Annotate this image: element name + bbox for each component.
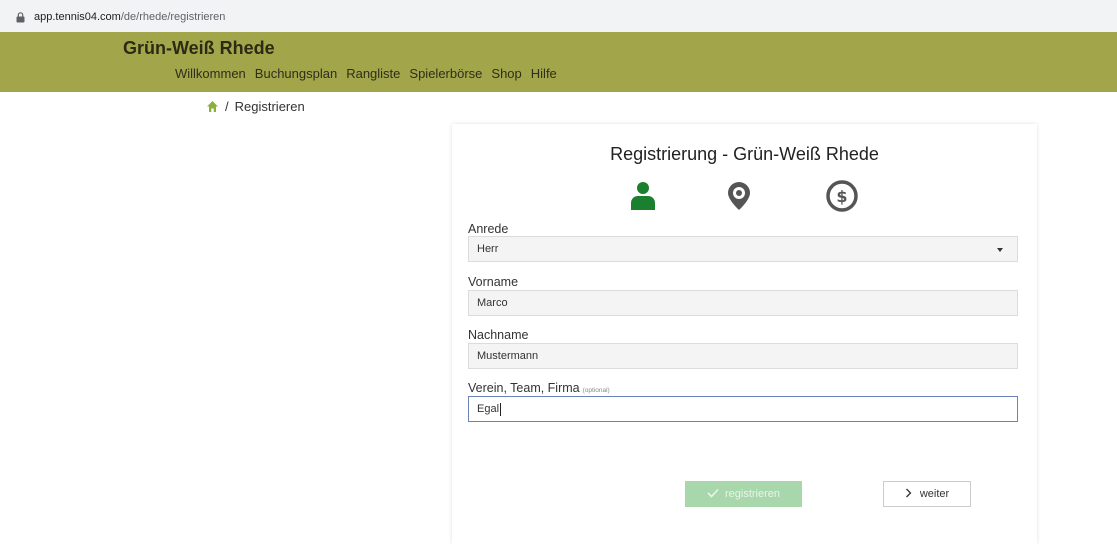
registration-card: Registrierung - Grün-Weiß Rhede $ Anrede…: [452, 124, 1037, 544]
anrede-label: Anrede: [468, 222, 509, 236]
brand-title[interactable]: Grün-Weiß Rhede: [123, 38, 275, 59]
vorname-label: Vorname: [468, 275, 519, 289]
nachname-label: Nachname: [468, 328, 529, 342]
next-button[interactable]: weiter: [883, 481, 971, 507]
vorname-input[interactable]: Marco: [468, 290, 1018, 316]
next-button-label: weiter: [919, 488, 950, 500]
anrede-select[interactable]: Herr: [468, 236, 1018, 262]
verein-input[interactable]: Egal: [468, 396, 1018, 422]
home-icon[interactable]: [206, 100, 219, 113]
map-pin-icon[interactable]: [721, 178, 757, 214]
nachname-input[interactable]: Mustermann: [468, 343, 1018, 369]
menu-item-hilfe[interactable]: Hilfe: [531, 66, 557, 81]
top-navigation: Grün-Weiß Rhede Willkommen Buchungsplan …: [0, 32, 1117, 92]
person-icon[interactable]: [625, 178, 661, 214]
url-path: /de/rhede/registrieren: [120, 11, 226, 23]
optional-hint: (optional): [582, 387, 610, 394]
main-menu: Willkommen Buchungsplan Rangliste Spiele…: [175, 66, 557, 81]
vorname-value: Marco: [477, 297, 508, 309]
checkmark-icon: [707, 488, 719, 501]
chevron-right-icon: [905, 488, 912, 501]
verein-label-text: Verein, Team, Firma: [468, 381, 580, 395]
breadcrumb-current: Registrieren: [234, 99, 305, 114]
breadcrumb-separator: /: [225, 99, 229, 114]
svg-text:$: $: [836, 187, 847, 206]
browser-url-bar: app.tennis04.com/de/rhede/registrieren: [0, 0, 1117, 32]
verein-value: Egal: [477, 403, 500, 415]
url-host: app.tennis04.com: [34, 11, 121, 23]
menu-item-spielerboerse[interactable]: Spielerbörse: [409, 66, 482, 81]
caret-down-icon: [997, 248, 1003, 252]
form-title: Registrierung - Grün-Weiß Rhede: [610, 144, 879, 164]
address-field[interactable]: app.tennis04.com/de/rhede/registrieren: [6, 7, 1111, 27]
lock-icon: [12, 9, 28, 25]
register-button[interactable]: registrieren: [685, 481, 802, 507]
menu-item-shop[interactable]: Shop: [491, 66, 521, 81]
menu-item-rangliste[interactable]: Rangliste: [346, 66, 400, 81]
anrede-value: Herr: [477, 243, 499, 255]
register-button-label: registrieren: [724, 488, 781, 500]
menu-item-willkommen[interactable]: Willkommen: [175, 66, 246, 81]
nachname-value: Mustermann: [477, 350, 539, 362]
breadcrumb: / Registrieren: [206, 99, 305, 114]
text-cursor: [500, 402, 502, 416]
menu-item-buchungsplan[interactable]: Buchungsplan: [255, 66, 337, 81]
dollar-circle-icon[interactable]: $: [824, 178, 860, 214]
verein-label: Verein, Team, Firma (optional): [468, 381, 610, 395]
